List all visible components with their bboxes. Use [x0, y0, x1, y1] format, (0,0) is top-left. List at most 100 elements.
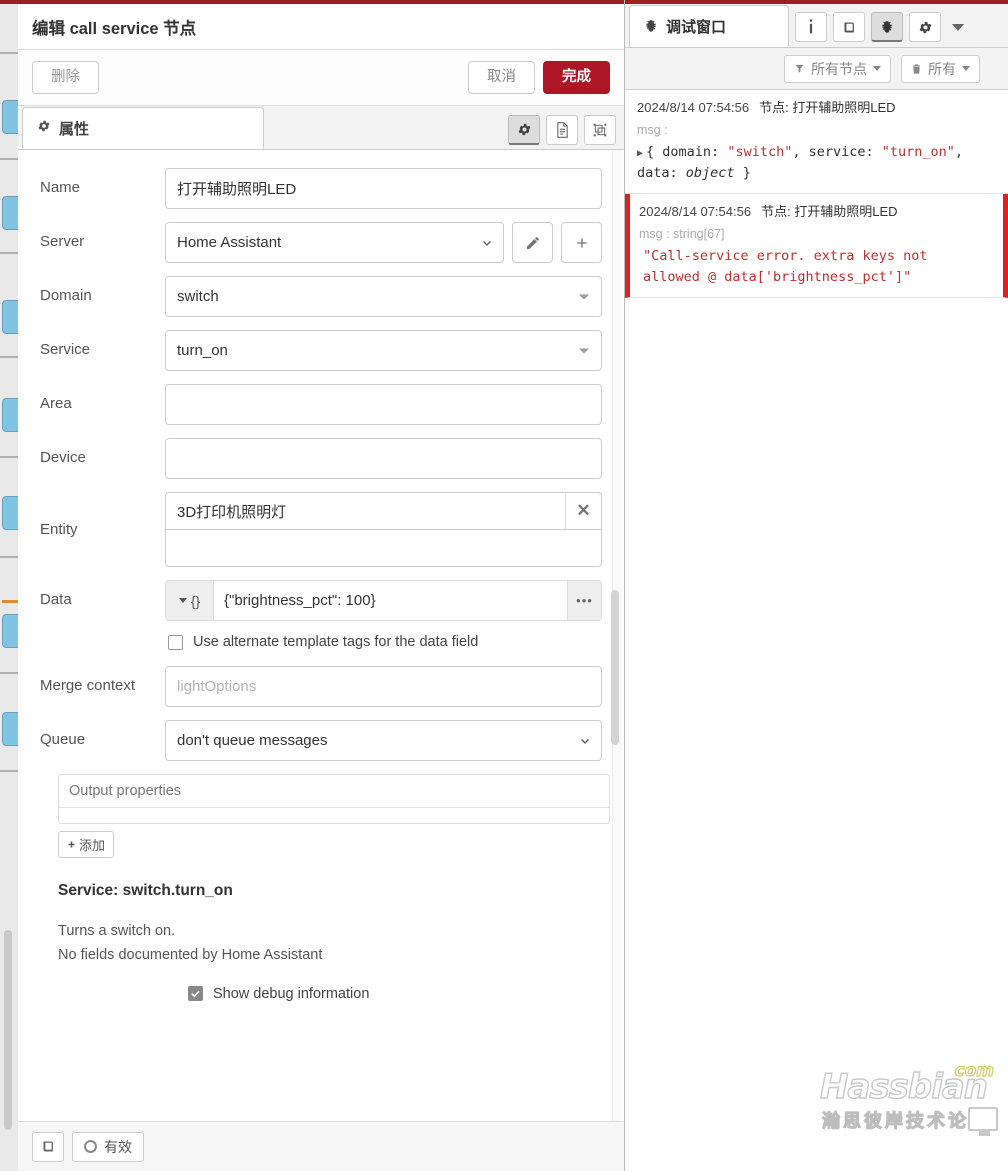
canvas-line-fragment	[0, 158, 18, 160]
filter-nodes-dropdown[interactable]: 所有节点	[784, 54, 891, 83]
page-title: 编辑 call service 节点	[18, 4, 624, 50]
appearance-view-button[interactable]	[584, 115, 616, 145]
server-select[interactable]: Home Assistant	[165, 222, 504, 263]
canvas-node-fragment[interactable]	[2, 100, 18, 134]
tab-debug-window-label: 调试窗口	[666, 18, 727, 36]
data-label: Data	[40, 591, 72, 608]
info-button[interactable]	[795, 12, 827, 42]
debug-message-node[interactable]: 节点: 打开辅助照明LED	[761, 204, 898, 219]
circle-icon	[84, 1140, 97, 1153]
add-server-button[interactable]	[561, 222, 602, 263]
debug-panel-collapse-button[interactable]	[947, 14, 969, 40]
delete-button[interactable]: 删除	[32, 60, 99, 95]
check-icon	[191, 990, 200, 998]
canvas-node-fragment[interactable]	[2, 300, 18, 334]
chevron-down-icon	[178, 598, 187, 603]
output-properties-box: Output properties	[58, 774, 610, 824]
service-info-block: Service: switch.turn_on Turns a switch o…	[58, 882, 602, 968]
debug-message-error[interactable]: 2024/8/14 07:54:56 节点: 打开辅助照明LED msg : str…	[625, 193, 1008, 298]
domain-select-value: switch	[177, 288, 219, 305]
tab-debug-window[interactable]: 调试窗口	[629, 5, 789, 47]
data-type-token: {}	[190, 592, 201, 609]
canvas-node-fragment[interactable]	[2, 496, 18, 530]
node-enabled-toggle[interactable]: 有效	[72, 1131, 144, 1162]
properties-view-button[interactable]	[508, 115, 540, 145]
form-scrollbar-track[interactable]	[611, 150, 622, 1121]
plus-icon	[68, 841, 75, 848]
debug-message[interactable]: 2024/8/14 07:54:56 节点: 打开辅助照明LED msg : ▶{ d…	[625, 90, 1008, 194]
node-help-button[interactable]	[32, 1131, 64, 1162]
bug-icon	[882, 20, 892, 33]
debug-filter-bar: 所有节点 所有	[625, 48, 1008, 90]
canvas-scrollbar[interactable]	[4, 930, 12, 1130]
alt-template-checkbox[interactable]	[168, 634, 183, 650]
debug-message-body[interactable]: ▶{ domain: "switch", service: "turn_on",…	[637, 142, 996, 184]
show-debug-row: Show debug information	[188, 986, 602, 1002]
queue-label: Queue	[40, 731, 86, 748]
debug-toolbar	[795, 12, 969, 47]
entity-selected-row[interactable]: 3D打印机照明灯 ✕	[165, 492, 602, 529]
add-output-property-button[interactable]: 添加	[58, 831, 115, 858]
canvas-line-fragment	[0, 456, 18, 458]
chevron-down-icon	[579, 348, 589, 353]
data-type-selector[interactable]: {}	[166, 581, 214, 620]
edit-server-button[interactable]	[512, 222, 553, 263]
show-debug-checkbox[interactable]	[188, 986, 203, 1002]
domain-label: Domain	[40, 287, 92, 304]
alt-template-row: Use alternate template tags for the data…	[168, 634, 602, 650]
queue-select-value: don't queue messages	[177, 732, 328, 749]
server-label: Server	[40, 233, 85, 250]
trash-icon	[912, 63, 921, 74]
entity-input[interactable]	[165, 529, 602, 567]
field-row-area: Area	[40, 384, 602, 425]
debug-token: object	[685, 164, 735, 181]
name-label: Name	[40, 179, 81, 196]
debug-message-body[interactable]: "Call-service error. extra keys not allo…	[639, 246, 991, 288]
debug-messages-button[interactable]	[871, 12, 903, 42]
entity-value: 3D打印机照明灯	[177, 503, 287, 521]
help-button[interactable]	[833, 12, 865, 42]
canvas-node-fragment[interactable]	[2, 196, 18, 230]
description-view-button[interactable]	[546, 115, 578, 145]
done-button[interactable]: 完成	[543, 60, 610, 95]
alt-template-label: Use alternate template tags for the data…	[193, 634, 479, 650]
merge-context-input[interactable]: lightOptions	[165, 666, 602, 707]
canvas-node-fragment[interactable]	[2, 712, 18, 746]
canvas-node-fragment[interactable]	[2, 614, 18, 648]
name-input[interactable]: 打开辅助照明LED	[165, 168, 602, 209]
expand-object-icon[interactable]: ▶	[637, 148, 643, 159]
debug-token: "switch"	[727, 144, 793, 160]
flow-canvas-sliver[interactable]	[0, 0, 18, 1171]
filter-nodes-label: 所有节点	[811, 60, 867, 77]
editor-form: Name 打开辅助照明LED Server Home Assistant Dom…	[18, 150, 624, 1121]
canvas-line-fragment	[0, 252, 18, 254]
chevron-down-icon	[962, 66, 970, 71]
service-info-line2: No fields documented by Home Assistant	[58, 946, 323, 963]
cancel-button[interactable]: 取消	[468, 60, 535, 95]
debug-message-node[interactable]: 节点: 打开辅助照明LED	[759, 100, 896, 115]
app-root: 编辑 call service 节点 删除 取消 完成 属性 Name 打开辅助…	[0, 0, 1008, 1171]
service-select[interactable]: turn_on	[165, 330, 602, 371]
form-scrollbar-thumb[interactable]	[611, 590, 619, 745]
tab-properties[interactable]: 属性	[22, 107, 264, 149]
canvas-top-accent	[0, 0, 18, 4]
node-editor-panel: 编辑 call service 节点 删除 取消 完成 属性 Name 打开辅助…	[18, 0, 625, 1171]
close-icon[interactable]: ✕	[565, 493, 601, 529]
canvas-line-fragment	[0, 672, 18, 674]
queue-select[interactable]: don't queue messages	[165, 720, 602, 761]
plus-icon	[576, 237, 587, 248]
debug-settings-button[interactable]	[909, 12, 941, 42]
field-row-merge-context: Merge context lightOptions	[40, 666, 602, 707]
area-input[interactable]	[165, 384, 602, 425]
data-value-input[interactable]: {"brightness_pct": 100}	[214, 581, 567, 620]
device-label: Device	[40, 449, 86, 466]
device-input[interactable]	[165, 438, 602, 479]
domain-select[interactable]: switch	[165, 276, 602, 317]
output-properties-header: Output properties	[59, 775, 609, 808]
data-typed-input: {} {"brightness_pct": 100} •••	[165, 580, 602, 621]
debug-message-list[interactable]: 2024/8/14 07:54:56 节点: 打开辅助照明LED msg : ▶{ d…	[625, 90, 1008, 1171]
canvas-node-fragment[interactable]	[2, 398, 18, 432]
ellipsis-icon[interactable]: •••	[567, 581, 601, 620]
editor-tab-bar: 属性	[18, 106, 624, 150]
clear-messages-dropdown[interactable]: 所有	[901, 54, 980, 83]
